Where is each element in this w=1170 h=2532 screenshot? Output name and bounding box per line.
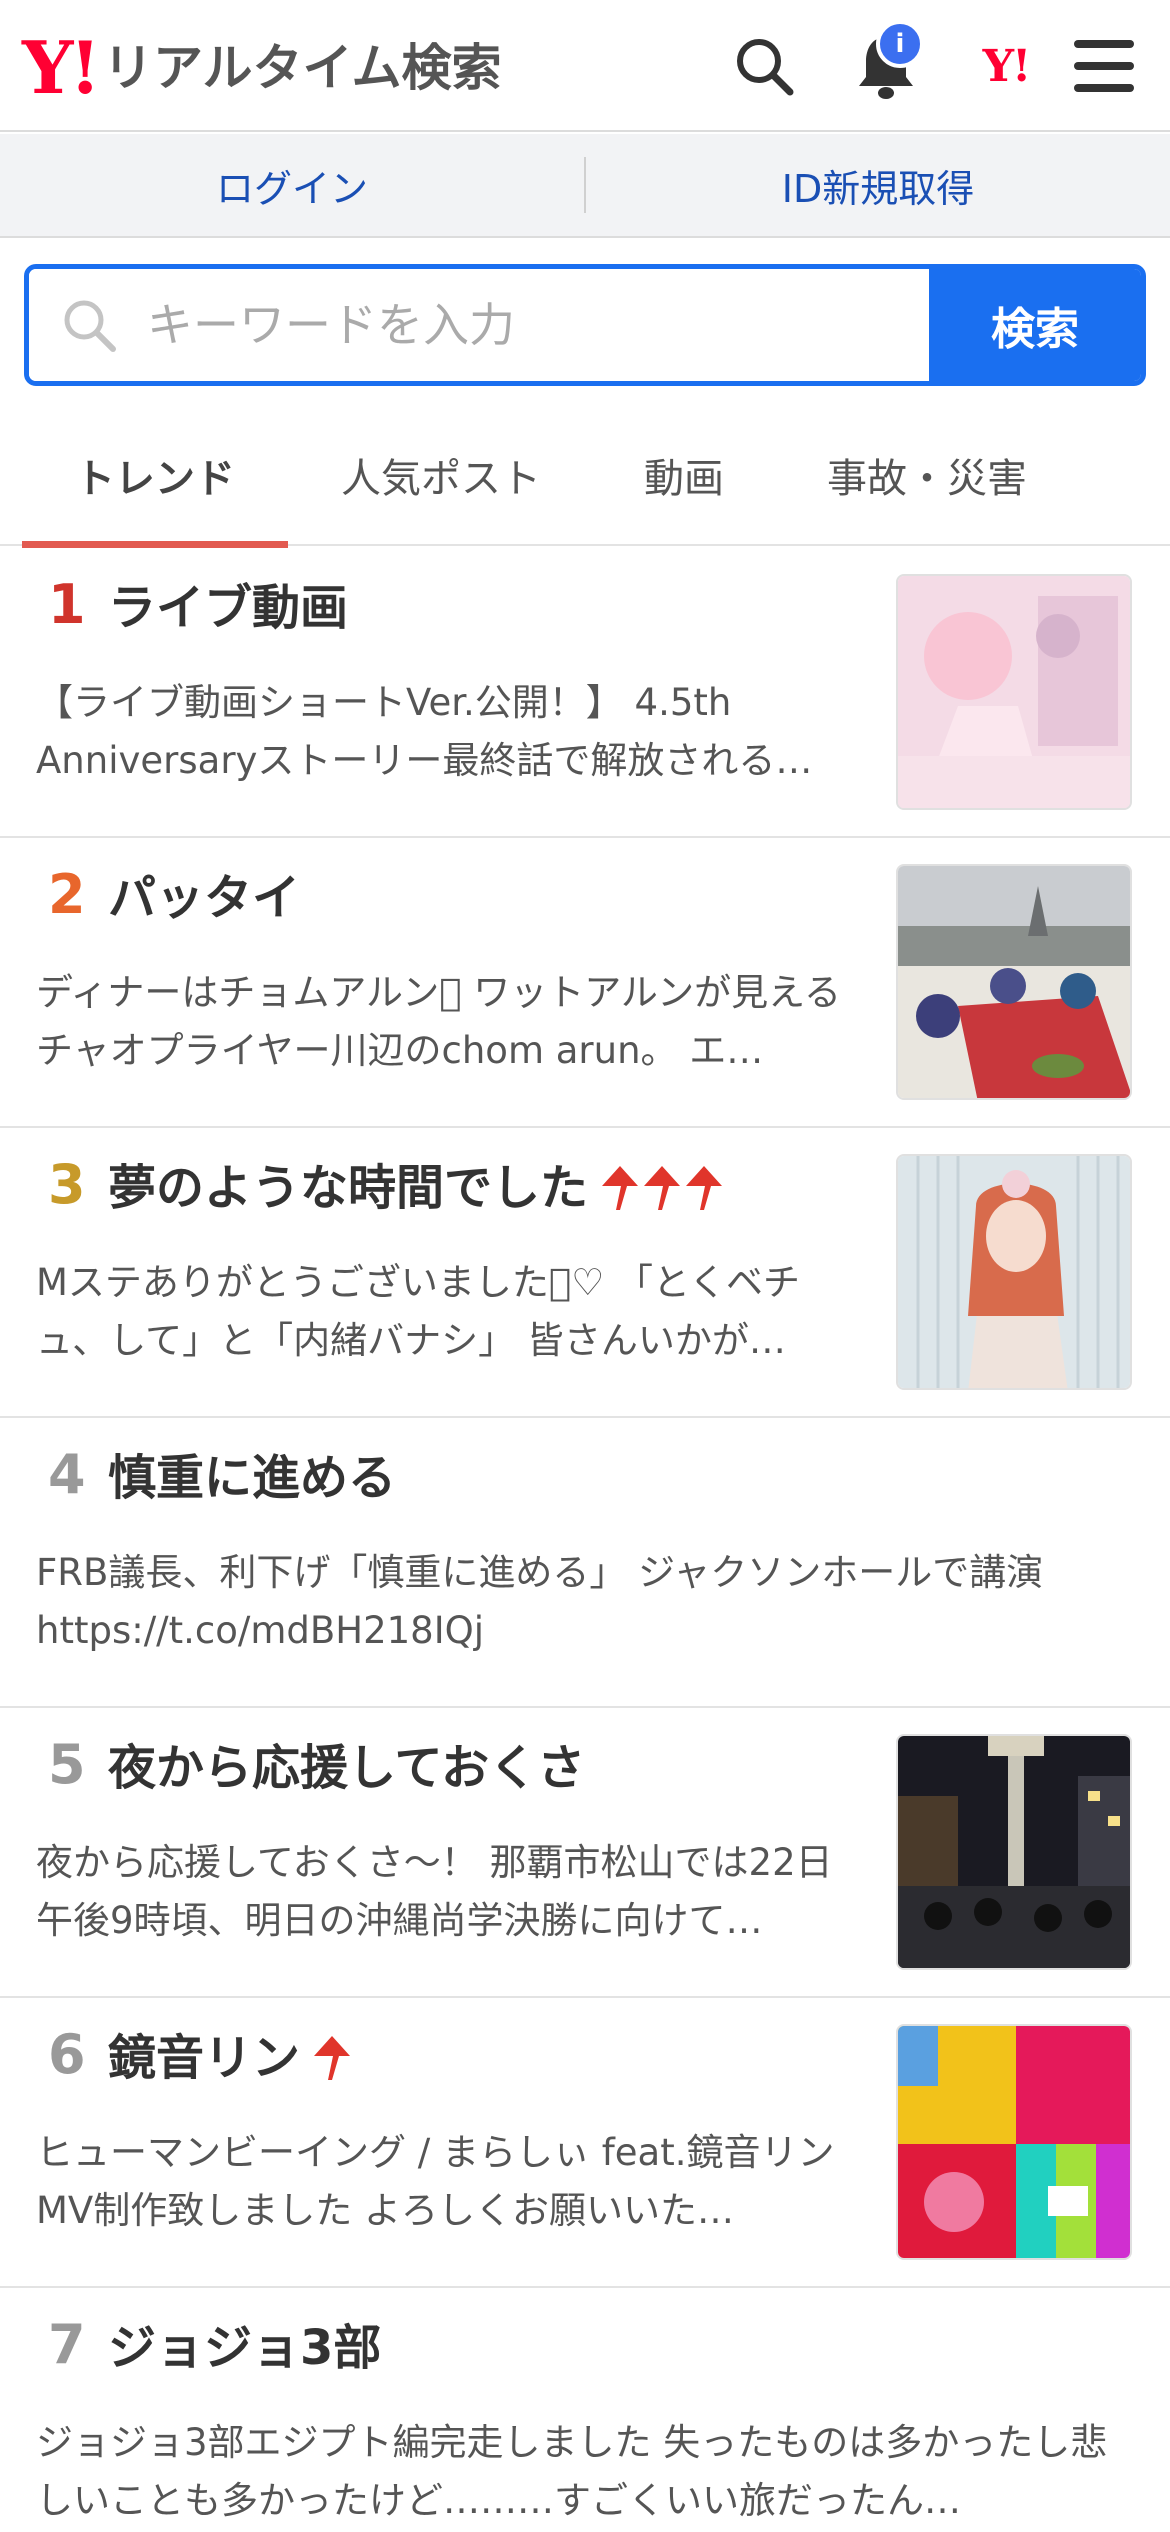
trend-description: 【ライブ動画ショートVer.公開！】 4.5th Anniversaryストーリ… <box>36 681 813 782</box>
music-video-thumbnail[interactable] <box>896 2024 1132 2260</box>
night-street-thumbnail[interactable] <box>896 1734 1132 1970</box>
trend-title-row: ジョジョ3部 <box>108 2322 381 2375</box>
signup-link[interactable]: ID新規取得 <box>586 134 1170 236</box>
yahoo-home-link[interactable]: Y! <box>966 26 1046 106</box>
trend-title: ライブ動画 <box>108 580 349 636</box>
trend-item[interactable]: 2 パッタイディナーはチョムアルン󾭛 ワットアルンが見えるチャオプライヤー川辺のc… <box>0 838 1170 1128</box>
trend-title-row: 夜から応援しておくさ <box>108 1742 585 1795</box>
search-field <box>29 269 929 381</box>
trend-description: ヒューマンビーイング / まらしぃ feat.鏡音リン MV制作致しました よろ… <box>36 2131 835 2232</box>
rising-arrows <box>312 2034 354 2082</box>
trend-item[interactable]: 5 夜から応援しておくさ夜から応援しておくさ〜！ 那覇市松山では22日午後9時頃、… <box>0 1708 1170 1998</box>
trend-description: ディナーはチョムアルン󾭛 ワットアルンが見えるチャオプライヤー川辺のchom a… <box>36 971 842 1072</box>
dinner-photo-thumbnail[interactable] <box>896 864 1132 1100</box>
search-button[interactable]: 検索 <box>929 269 1141 381</box>
search-form: 検索 <box>24 264 1146 386</box>
trend-item[interactable]: 6 鏡音リンヒューマンビーイング / まらしぃ feat.鏡音リン MV制作致しま… <box>0 1998 1170 2288</box>
menu-button[interactable] <box>1064 26 1144 106</box>
trend-item[interactable]: 7 ジョジョ3部ジョジョ3部エジプト編完走しました 失ったものは多かったし悲しいこ… <box>0 2288 1170 2532</box>
trend-title-row: ライブ動画 <box>108 582 348 635</box>
hamburger-menu-icon <box>1074 40 1134 92</box>
trend-title: パッタイ <box>108 870 301 926</box>
search-icon <box>737 39 794 96</box>
trend-rank: 7 <box>48 2313 86 2376</box>
trend-title: 鏡音リン <box>108 2030 301 2086</box>
up-arrow-icon <box>686 1166 723 1211</box>
trend-item[interactable]: 1 ライブ動画【ライブ動画ショートVer.公開！】 4.5th Anniversa… <box>0 548 1170 838</box>
up-arrow-icon <box>314 2036 351 2081</box>
tab-trend[interactable]: トレンド <box>22 404 288 548</box>
rising-arrows <box>600 1164 726 1212</box>
trend-rank: 3 <box>48 1153 86 1216</box>
trend-title: 夜から応援しておくさ <box>108 1740 586 1796</box>
trend-rank: 4 <box>48 1443 86 1506</box>
trend-rank: 6 <box>48 2023 86 2086</box>
category-tabs: トレンド 人気ポスト 動画 事故・災害 <box>0 404 1170 548</box>
search-icon-button[interactable] <box>724 26 804 106</box>
trend-title: ジョジョ3部 <box>108 2320 382 2376</box>
tab-accidents-disasters[interactable]: 事故・災害 <box>796 404 1058 546</box>
trend-title-row: 鏡音リン <box>108 2032 354 2085</box>
app-header: Y! リアルタイム検索 i Y! <box>0 0 1170 132</box>
anime-character-thumbnail[interactable] <box>896 574 1132 810</box>
yahoo-logo-mark: Y! <box>22 25 101 110</box>
trend-rank: 1 <box>48 573 86 636</box>
trend-title-row: パッタイ <box>108 872 300 925</box>
trend-item[interactable]: 4 慎重に進める FRB議長、利下げ「慎重に進める」 ジャクソンホールで講演 htt… <box>0 1418 1170 1708</box>
up-arrow-icon <box>644 1166 681 1211</box>
tab-popular-posts[interactable]: 人気ポスト <box>318 404 564 546</box>
trend-description: FRB議長、利下げ「慎重に進める」 ジャクソンホールで講演 https://t.… <box>36 1551 1044 1652</box>
search-input[interactable] <box>147 298 929 352</box>
trend-title-row: 夢のような時間でした <box>108 1162 726 1215</box>
trend-title: 慎重に進める <box>108 1450 397 1506</box>
yahoo-realtime-logo[interactable]: Y! リアルタイム検索 <box>22 28 502 108</box>
yahoo-brand-icon: Y! <box>982 40 1032 92</box>
idol-photo-thumbnail[interactable] <box>896 1154 1132 1390</box>
tab-video[interactable]: 動画 <box>600 404 768 546</box>
login-bar: ログイン ID新規取得 <box>0 134 1170 238</box>
up-arrow-icon <box>602 1166 639 1211</box>
notification-badge: i <box>876 20 924 68</box>
search-field-icon <box>64 300 116 352</box>
login-link[interactable]: ログイン <box>0 134 584 236</box>
logo-title: リアルタイム検索 <box>103 39 502 97</box>
trend-rank: 2 <box>48 863 86 926</box>
trend-description: ジョジョ3部エジプト編完走しました 失ったものは多かったし悲しいことも多かったけ… <box>36 2421 1108 2522</box>
trend-description: Mステありがとうございました󾭛♡ 「とくベチュ、して」と「内緒バナシ」 皆さんい… <box>36 1261 800 1362</box>
notification-button[interactable]: i <box>846 20 926 106</box>
trend-rank: 5 <box>48 1733 86 1796</box>
trend-description: 夜から応援しておくさ〜！ 那覇市松山では22日午後9時頃、明日の沖縄尚学決勝に向… <box>36 1841 833 1942</box>
trend-title-row: 慎重に進める <box>108 1452 396 1505</box>
trend-item[interactable]: 3 夢のような時間でした Mステありがとうございました󾭛♡ 「とくベチュ、して」と「… <box>0 1128 1170 1418</box>
trend-title: 夢のような時間でした <box>108 1160 589 1216</box>
